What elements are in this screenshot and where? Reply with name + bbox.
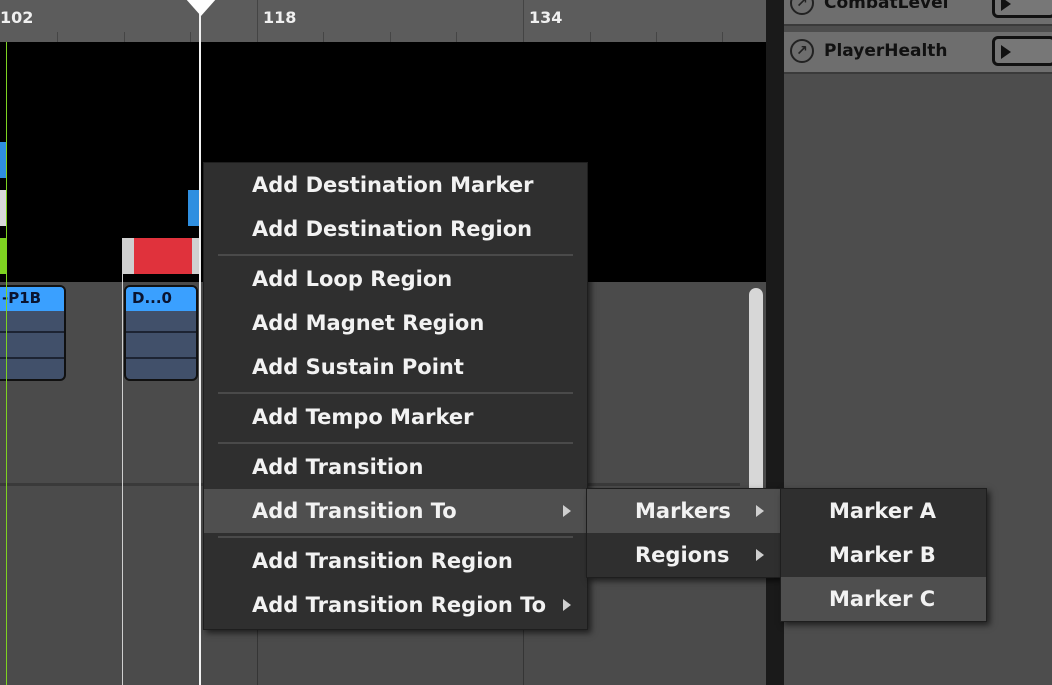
parameter-name: CombatLevel — [824, 0, 949, 13]
clip-title: -P1B — [0, 287, 64, 311]
playhead-line[interactable] — [199, 0, 201, 685]
playhead-handle[interactable] — [185, 0, 217, 16]
parameter-row[interactable]: ↗ CombatLevel — [784, 0, 1052, 26]
minor-tick — [656, 32, 657, 42]
chevron-right-icon — [563, 505, 571, 517]
ruler-label: 118 — [263, 8, 297, 27]
menu-item-label: Add Transition To — [252, 499, 457, 523]
minor-tick — [323, 32, 324, 42]
menu-item-add-transition[interactable]: Add Transition — [204, 445, 587, 489]
minor-tick — [124, 32, 125, 42]
waveform — [0, 331, 64, 333]
waveform — [126, 331, 196, 333]
menu-item-label: Regions — [635, 543, 730, 567]
menu-item-add-sustain-point[interactable]: Add Sustain Point — [204, 345, 587, 389]
loop-marker-line — [6, 42, 7, 685]
menu-item-label: Add Transition Region To — [252, 593, 547, 617]
parameter-value-field[interactable] — [992, 0, 1052, 18]
minor-tick — [590, 32, 591, 42]
region-start-line — [122, 274, 123, 685]
submenu-item-marker-b[interactable]: Marker B — [781, 533, 986, 577]
submenu-item-regions[interactable]: Regions — [587, 533, 780, 577]
audio-clip[interactable]: D...0 — [124, 285, 198, 381]
minor-tick — [390, 32, 391, 42]
minor-tick — [456, 32, 457, 42]
waveform — [126, 357, 196, 359]
play-icon — [1001, 0, 1011, 11]
parameter-row[interactable]: ↗ PlayerHealth — [784, 32, 1052, 74]
minor-tick — [722, 32, 723, 42]
chevron-right-icon — [756, 505, 764, 517]
scrollbar-thumb[interactable] — [749, 288, 763, 508]
arrow-icon: ↗ — [790, 0, 814, 15]
transition-region[interactable] — [122, 238, 200, 274]
menu-item-add-transition-region[interactable]: Add Transition Region — [204, 539, 587, 583]
timeline-ruler[interactable]: 102 118 134 — [0, 0, 766, 43]
parameter-value-field[interactable] — [992, 36, 1052, 66]
menu-item-add-magnet-region[interactable]: Add Magnet Region — [204, 301, 587, 345]
submenu-item-marker-a[interactable]: Marker A — [781, 489, 986, 533]
submenu-item-markers[interactable]: Markers — [587, 489, 780, 533]
menu-item-add-destination-marker[interactable]: Add Destination Marker — [204, 163, 587, 207]
menu-item-label: Markers — [635, 499, 731, 523]
menu-separator — [218, 392, 573, 394]
menu-separator — [218, 536, 573, 538]
menu-item-add-loop-region[interactable]: Add Loop Region — [204, 257, 587, 301]
waveform — [0, 357, 64, 359]
bar-line — [523, 0, 524, 42]
context-menu: Add Destination Marker Add Destination R… — [203, 162, 588, 630]
ruler-label: 102 — [0, 8, 34, 27]
parameter-name: PlayerHealth — [824, 41, 948, 61]
play-icon — [1001, 45, 1011, 59]
chevron-right-icon — [563, 599, 571, 611]
menu-item-add-tempo-marker[interactable]: Add Tempo Marker — [204, 395, 587, 439]
ruler-label: 134 — [529, 8, 563, 27]
chevron-right-icon — [756, 549, 764, 561]
minor-tick — [190, 32, 191, 42]
menu-item-add-destination-region[interactable]: Add Destination Region — [204, 207, 587, 251]
menu-item-add-transition-to[interactable]: Add Transition To — [204, 489, 587, 533]
clip-title: D...0 — [126, 287, 196, 311]
submenu-markers: Marker A Marker B Marker C — [780, 488, 987, 622]
menu-separator — [218, 442, 573, 444]
menu-item-add-transition-region-to[interactable]: Add Transition Region To — [204, 583, 587, 627]
submenu-item-marker-c[interactable]: Marker C — [781, 577, 986, 621]
bar-line — [257, 0, 258, 42]
submenu-add-transition-to: Markers Regions — [586, 488, 781, 578]
arrow-icon: ↗ — [790, 39, 814, 63]
audio-clip[interactable]: -P1B — [0, 285, 66, 381]
minor-tick — [57, 32, 58, 42]
menu-separator — [218, 254, 573, 256]
